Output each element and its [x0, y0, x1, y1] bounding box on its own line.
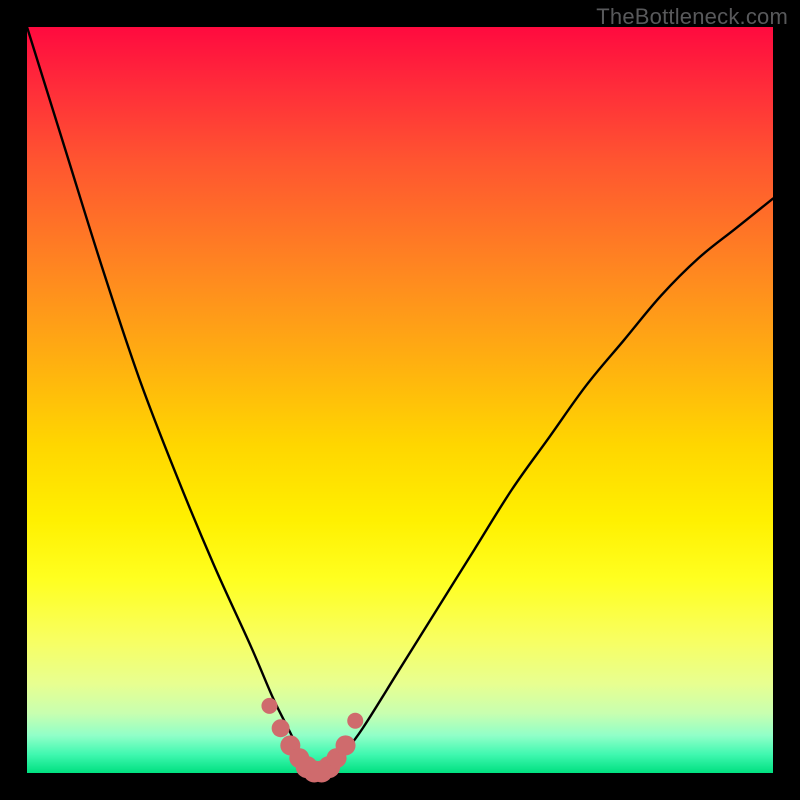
highlight-dot	[272, 719, 290, 737]
highlight-dot	[347, 713, 363, 729]
curve-layer	[27, 27, 773, 773]
highlight-dot	[261, 698, 277, 714]
highlight-dot	[336, 735, 356, 755]
highlight-dots	[261, 698, 363, 783]
chart-container: TheBottleneck.com	[0, 0, 800, 800]
bottleneck-curve	[27, 27, 773, 774]
plot-area	[27, 27, 773, 773]
